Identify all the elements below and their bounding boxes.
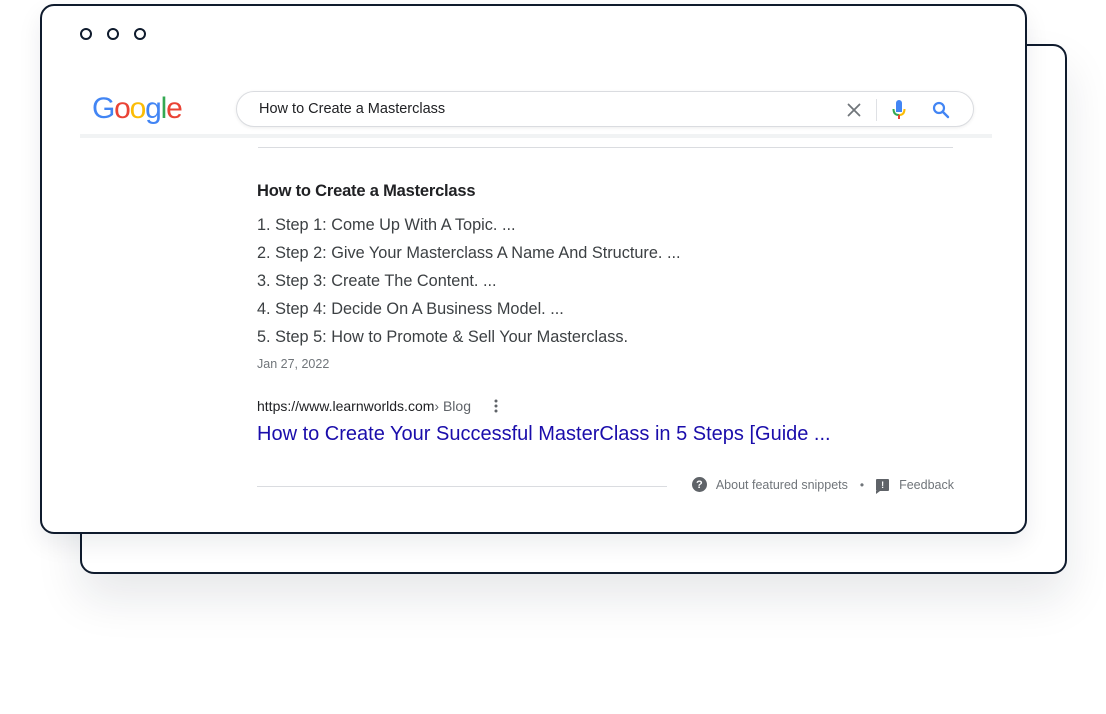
footer-actions: ? About featured snippets • ! Feedback: [691, 477, 954, 494]
list-item: 2. Step 2: Give Your Masterclass A Name …: [257, 244, 681, 262]
footer-divider: [257, 486, 667, 487]
logo-letter: g: [145, 92, 162, 125]
window-dot-minimize[interactable]: [107, 28, 119, 40]
snippet-title: How to Create a Masterclass: [257, 182, 476, 200]
browser-window: Google How to Create a Masterclass How t…: [40, 4, 1027, 534]
list-item: 4. Step 4: Decide On A Business Model. .…: [257, 300, 564, 318]
logo-letter: o: [114, 92, 131, 125]
microphone-icon[interactable]: [887, 98, 911, 122]
logo-letter: e: [166, 92, 183, 125]
search-box[interactable]: How to Create a Masterclass: [236, 91, 974, 127]
more-options-icon[interactable]: [491, 397, 501, 415]
close-icon[interactable]: [842, 98, 866, 122]
snippet-date: Jan 27, 2022: [257, 357, 330, 371]
search-actions: [842, 98, 953, 122]
search-input[interactable]: How to Create a Masterclass: [259, 101, 445, 117]
feedback-icon: !: [876, 478, 890, 494]
source-url: https://www.learnworlds.com: [257, 398, 435, 414]
featured-snippet: How to Create a Masterclass 1. Step 1: C…: [257, 182, 957, 446]
feedback-button[interactable]: ! Feedback: [876, 477, 954, 494]
help-icon: ?: [691, 477, 707, 492]
header-divider: [80, 134, 992, 138]
search-icon[interactable]: [929, 98, 953, 122]
snippet-divider: [258, 147, 953, 148]
list-item: 5. Step 5: How to Promote & Sell Your Ma…: [257, 328, 629, 346]
footer-separator: •: [859, 477, 865, 492]
snippet-footer: ? About featured snippets • ! Feedback: [257, 476, 954, 496]
window-dot-close[interactable]: [80, 28, 92, 40]
steps-list: 1. Step 1: Come Up With A Topic. ... 2. …: [257, 215, 957, 355]
logo-letter: G: [92, 92, 115, 125]
window-dot-maximize[interactable]: [134, 28, 146, 40]
google-logo[interactable]: Google: [92, 92, 183, 126]
feedback-label: Feedback: [899, 477, 954, 492]
result-link[interactable]: How to Create Your Successful MasterClas…: [257, 423, 957, 446]
about-featured-snippets-button[interactable]: ? About featured snippets: [691, 477, 848, 492]
list-item: 3. Step 3: Create The Content. ...: [257, 272, 497, 290]
search-divider: [876, 99, 877, 121]
source-row: https://www.learnworlds.com › Blog: [257, 397, 957, 415]
window-controls: [80, 28, 146, 40]
list-item: 1. Step 1: Come Up With A Topic. ...: [257, 216, 516, 234]
about-label: About featured snippets: [715, 477, 848, 492]
source-breadcrumb: › Blog: [434, 398, 471, 414]
logo-letter: o: [129, 92, 147, 125]
